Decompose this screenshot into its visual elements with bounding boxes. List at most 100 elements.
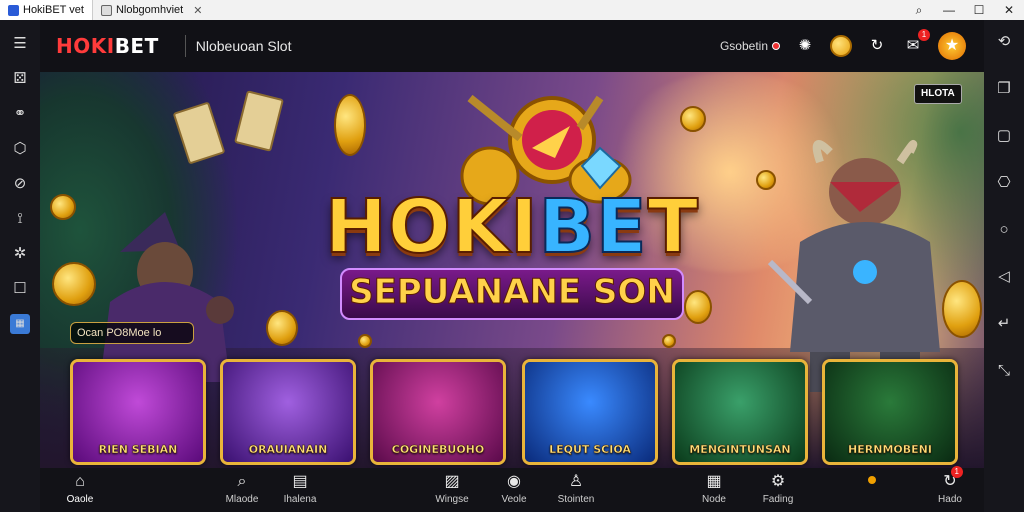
notification-badge: 1 xyxy=(918,29,930,41)
window-controls: ⌕ — ☐ ✕ xyxy=(904,0,1024,20)
nav-label: Hado xyxy=(938,494,962,505)
gold-coin-image xyxy=(334,94,366,156)
game-title: ORAUIANAIN xyxy=(248,443,328,456)
nav-item-grid[interactable]: ▦ Node xyxy=(684,472,744,505)
game-tile[interactable]: HERNMOBENI xyxy=(822,359,958,465)
cube-icon[interactable]: ⬡ xyxy=(10,139,30,159)
app-thumbnail-icon[interactable]: ▦ xyxy=(10,314,30,334)
chat-icon: ⚙ xyxy=(770,473,786,490)
nav-label: Oaole xyxy=(66,494,94,505)
game-title: RIEN SEBIAN xyxy=(98,443,178,456)
game-tile[interactable]: LEQUT SCIOA xyxy=(522,359,658,465)
game-title: COGINEBUOHO xyxy=(391,443,485,456)
resize-icon[interactable]: ⤡ xyxy=(994,361,1014,381)
status-text: Gsobetin xyxy=(719,39,768,53)
compass-icon[interactable]: ⊘ xyxy=(10,174,30,194)
site-favicon-icon xyxy=(8,4,19,16)
header-actions: Gsobetin ✺ ↻ ✉ 1 ★ xyxy=(720,29,966,60)
dice-icon[interactable]: ⚄ xyxy=(10,69,30,89)
playing-card-image xyxy=(234,90,284,152)
home-icon: ⌂ xyxy=(75,473,85,490)
right-sidebar: ⟲ ❐ ▢ ⎔ ○ ◁ ↵ ⤡ xyxy=(984,20,1024,512)
gold-coin-image xyxy=(680,106,706,132)
nav-item-profile[interactable]: ◉ Veole xyxy=(484,472,544,505)
game-title: HERNMOBENI xyxy=(848,443,932,456)
tab-title: Nlobgomhviet xyxy=(115,4,184,16)
left-sidebar: ☰ ⚄ ⚭ ⬡ ⊘ ⟟ ✲ ☐ ▦ xyxy=(0,20,40,512)
gamepad-icon[interactable]: ⎔ xyxy=(994,173,1014,193)
title-text-be: BE xyxy=(538,183,648,271)
title-text-hoki: HOKI xyxy=(324,183,539,271)
hero-banner[interactable]: HOKIBET SEPUANANE SON Ocan PO8Moe lo HLO… xyxy=(40,72,984,468)
maximize-icon[interactable]: ☐ xyxy=(964,0,994,20)
game-tile[interactable]: RIEN SEBIAN xyxy=(70,359,206,465)
link-icon[interactable]: ⚭ xyxy=(10,104,30,124)
nav-label: Fading xyxy=(762,494,794,505)
search-icon[interactable]: ⌕ xyxy=(904,0,934,20)
nav-label: Wingse xyxy=(435,494,469,505)
nav-item-gallery[interactable]: ▨ Wingse xyxy=(422,472,482,505)
nav-label: Mlaode xyxy=(225,494,259,505)
tag-icon[interactable]: ⟟ xyxy=(10,209,30,229)
nav-item-search[interactable]: ⌕ Mlaode xyxy=(212,472,272,505)
refresh-icon[interactable]: ↻ xyxy=(866,35,888,57)
banner-subtitle: SEPUANANE SON xyxy=(349,272,676,313)
record-dot-icon xyxy=(772,42,780,50)
brand-logo[interactable]: HOKIBET xyxy=(56,34,159,58)
title-text-t: T xyxy=(647,183,700,271)
square-icon[interactable]: ☐ xyxy=(10,279,30,299)
gold-coin-image xyxy=(662,334,676,348)
game-tile[interactable]: ORAUIANAIN xyxy=(220,359,356,465)
menu-icon[interactable]: ☰ xyxy=(10,34,30,54)
gallery-icon: ▨ xyxy=(444,473,460,490)
user-icon: ↻ 1 xyxy=(943,466,963,492)
game-title: LEQUT SCIOA xyxy=(549,443,631,456)
bottom-navigation: ⌂ Oaole ⌕ Mlaode ▤ Ihalena ▨ Wingse ◉ Ve… xyxy=(40,466,984,512)
nav-item-user[interactable]: ↻ 1 Hado xyxy=(920,466,980,505)
corner-badge[interactable]: HLOTA xyxy=(914,84,962,104)
logo-text-hoki: HOKI xyxy=(56,34,115,58)
game-tile[interactable]: COGINEBUOHO xyxy=(370,359,506,465)
nav-label: Node xyxy=(702,494,726,505)
gift-icon[interactable]: ✉ 1 xyxy=(902,29,930,57)
nav-item-chat[interactable]: ⚙ Fading xyxy=(748,472,808,505)
back-triangle-icon[interactable]: ◁ xyxy=(994,267,1014,287)
settings-gear-icon[interactable]: ✺ xyxy=(794,35,816,57)
app-title: Nlobeuoan Slot xyxy=(195,38,292,54)
grid-icon: ▦ xyxy=(706,473,722,490)
calendar-icon: ▤ xyxy=(292,473,308,490)
header-divider xyxy=(184,35,186,57)
group-icon: ♙ xyxy=(568,473,584,490)
close-icon[interactable]: ✕ xyxy=(994,0,1024,20)
browser-tab-active[interactable]: HokiBET vet xyxy=(0,0,93,20)
notification-badge: 1 xyxy=(950,466,963,478)
square-outline-icon[interactable]: ▢ xyxy=(994,126,1014,146)
search-icon: ⌕ xyxy=(237,473,247,490)
rotate-icon[interactable]: ⟲ xyxy=(994,32,1014,52)
page-favicon-icon xyxy=(100,4,112,16)
profile-icon: ◉ xyxy=(507,473,521,490)
gold-coin-image xyxy=(266,310,298,346)
copy-icon[interactable]: ❐ xyxy=(994,79,1014,99)
game-tile[interactable]: MENGINTUNSAN xyxy=(672,359,808,465)
nav-item-calendar[interactable]: ▤ Ihalena xyxy=(270,472,330,505)
nav-label: Ihalena xyxy=(283,494,317,505)
nav-label: Stointen xyxy=(557,494,595,505)
gold-coin-image xyxy=(358,334,372,348)
nav-item-group[interactable]: ♙ Stointen xyxy=(546,472,606,505)
promo-label[interactable]: Ocan PO8Moe lo xyxy=(70,322,194,344)
return-icon[interactable]: ↵ xyxy=(994,314,1014,334)
browser-tab-second[interactable]: Nlobgomhviet ✕ xyxy=(93,0,210,20)
minimize-icon[interactable]: — xyxy=(934,0,964,20)
tab-close-icon[interactable]: ✕ xyxy=(193,4,202,17)
nav-item-home[interactable]: ⌂ Oaole xyxy=(50,472,110,505)
circle-icon[interactable]: ○ xyxy=(994,220,1014,240)
coin-icon[interactable] xyxy=(830,35,852,57)
settings-icon[interactable]: ✲ xyxy=(10,244,30,264)
app-window: HokiBET vet Nlobgomhviet ✕ ⌕ — ☐ ✕ ☰ ⚄ ⚭… xyxy=(0,0,1024,512)
banner-title: HOKIBET xyxy=(40,183,984,271)
window-title-bar: HokiBET vet Nlobgomhviet ✕ ⌕ — ☐ ✕ xyxy=(0,0,1024,20)
game-title: MENGINTUNSAN xyxy=(689,443,791,456)
status-indicator[interactable]: Gsobetin xyxy=(720,39,780,53)
star-reward-button[interactable]: ★ xyxy=(938,32,966,60)
